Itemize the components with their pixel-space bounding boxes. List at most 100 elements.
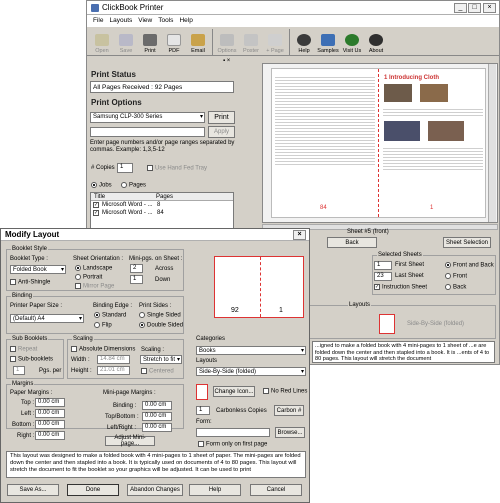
add-page-icon [268,34,282,46]
table-row[interactable]: ✓ Microsoft Word - ... 84 [91,209,233,217]
help-button[interactable]: Help [292,27,316,56]
top-margin-input[interactable]: 0.00 cm [35,398,65,407]
help-button-dialog[interactable]: Help [189,484,241,496]
table-row[interactable]: ✓ Microsoft Word - ... 8 [91,201,233,209]
no-red-lines-checkbox[interactable]: No Red Lines [263,388,307,395]
flip-radio[interactable]: Flip [94,322,112,329]
left-right-margin-input[interactable]: 0.00 cm [142,423,172,432]
first-sheet-label: First Sheet [395,262,425,268]
form-input[interactable] [196,428,270,437]
close-icon[interactable]: × [293,230,306,240]
front-and-back-radio[interactable]: Front and Back [445,262,494,269]
fold-line [260,257,261,317]
first-sheet-input[interactable]: 1 [374,261,392,270]
sheet-selection-button[interactable]: Sheet Selection [443,237,491,248]
open-button[interactable]: Open [90,27,114,56]
carbonless-copies-label: Carbonless Copies [216,408,267,414]
layout-icon[interactable] [379,314,395,334]
front-radio[interactable]: Front [445,273,467,280]
left-margin-input[interactable]: 0.00 cm [35,409,65,418]
print-sides-label: Print Sides : [139,303,172,309]
portrait-radio[interactable]: Portrait [75,274,102,281]
mirror-page-checkbox[interactable]: Mirror Page [75,283,114,290]
orientation-label: Sheet Orientation : [73,256,124,262]
pages-radio[interactable]: Pages [121,182,146,189]
categories-select[interactable]: Books [196,346,306,355]
booklet-type-select[interactable]: Folded Book [10,265,66,274]
paper-size-select[interactable]: (Default) A4 [10,314,84,323]
main-titlebar: ClickBook Printer _ □ × [87,1,499,15]
down-label: Down [155,277,171,283]
landscape-radio[interactable]: Landscape [75,265,112,272]
anti-shingle-checkbox[interactable]: Anti-Shingle [10,279,50,286]
layouts-select[interactable]: Side-By-Side (folded) [196,367,306,376]
minimize-icon[interactable]: _ [454,3,467,13]
single-sided-radio[interactable]: Single Sided [139,312,181,319]
menu-view[interactable]: View [138,17,152,24]
copies-label: # Copies [91,165,115,171]
print-button-panel[interactable]: Print [208,111,235,124]
done-button[interactable]: Done [67,484,119,496]
left-right-label: Left/Right : [107,425,137,431]
instruction-sheet-checkbox[interactable]: ✓ Instruction Sheet [374,284,427,291]
form-first-page-checkbox[interactable]: Form only on first page [198,441,267,448]
back-button[interactable]: Back [327,237,377,248]
apply-button[interactable]: Apply [208,126,235,138]
back-radio[interactable]: Back [445,284,466,291]
height-input[interactable]: 21.01 cm [97,366,130,375]
add-page-button[interactable]: + Page [263,27,287,56]
pages-per-input[interactable]: 1 [13,366,25,375]
modify-layout-dialog: Modify Layout × Booklet Style Booklet Ty… [0,228,310,503]
width-input[interactable]: 14.84 cm [97,355,130,364]
email-button[interactable]: Email [186,27,210,56]
standard-radio[interactable]: Standard [94,312,126,319]
double-sided-radio[interactable]: Double Sided [139,322,183,329]
menu-bar: File Layouts View Tools Help [87,15,499,26]
maximize-icon[interactable]: □ [468,3,481,13]
scaling-select[interactable]: Stretch to fit [140,355,182,364]
sub-booklets-checkbox[interactable]: Sub-booklets [10,356,53,363]
pdf-button[interactable]: PDF [162,27,186,56]
options-button[interactable]: Options [215,27,239,56]
adjust-mini-page-button[interactable]: Adjust Mini-page... [105,435,155,447]
hand-fed-tray-checkbox[interactable]: Use Hand Fed Tray [147,165,207,172]
right-margin-input[interactable]: 0.00 cm [35,431,65,440]
close-icon[interactable]: × [483,3,496,13]
printer-select[interactable]: Samsung CLP-300 Series [90,112,205,123]
change-icon-button[interactable]: Change Icon... [213,386,255,397]
print-button[interactable]: Print [138,27,162,56]
col-title[interactable]: Title [94,194,105,200]
page-range-input[interactable] [90,127,205,137]
menu-tools[interactable]: Tools [158,17,173,24]
carbonless-copies-input[interactable]: 1 [196,406,210,415]
visit-us-button[interactable]: Visit Us [340,27,364,56]
save-as-button[interactable]: Save As... [7,484,59,496]
copies-input[interactable]: 1 [117,163,133,173]
centered-checkbox[interactable]: Centered [141,368,174,375]
across-input[interactable]: 2 [130,264,143,273]
menu-file[interactable]: File [93,17,103,24]
save-button[interactable]: Save [114,27,138,56]
bottom-margin-input[interactable]: 0.00 cm [35,420,65,429]
carbon-button[interactable]: Carbon # [274,405,304,416]
cancel-button[interactable]: Cancel [250,484,302,496]
col-pages[interactable]: Pages [156,194,173,200]
jobs-radio[interactable]: Jobs [91,182,112,189]
menu-help[interactable]: Help [179,17,192,24]
menu-layouts[interactable]: Layouts [109,17,132,24]
browse-button[interactable]: Browse... [275,427,305,438]
right-page-number: 1 [430,205,434,211]
samples-button[interactable]: Samples [316,27,340,56]
preview-scrollbar[interactable] [488,64,496,222]
last-sheet-input[interactable]: 23 [374,272,392,281]
abandon-changes-button[interactable]: Abandon Changes [127,484,183,496]
top-bottom-margin-input[interactable]: 0.00 cm [142,412,172,421]
absolute-dimensions-checkbox[interactable]: Absolute Dimensions [71,346,135,353]
poster-button[interactable]: Poster [239,27,263,56]
about-button[interactable]: About [364,27,388,56]
down-input[interactable]: 1 [130,275,143,284]
binding-margin-input[interactable]: 0.00 cm [142,401,172,410]
repeat-checkbox[interactable]: Repeat [10,346,37,353]
booklet-type-label: Booklet Type : [10,256,48,262]
preview-image [384,84,412,102]
